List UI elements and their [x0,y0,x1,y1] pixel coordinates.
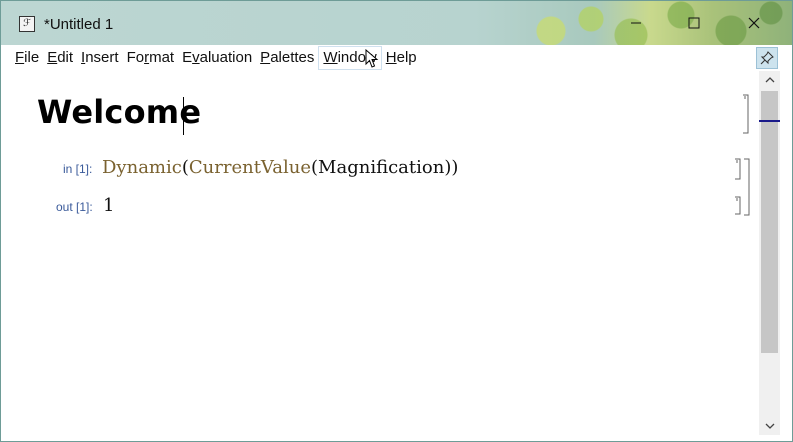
close-button[interactable] [723,1,785,45]
vertical-scrollbar[interactable] [759,71,780,435]
notebook-content[interactable]: Welcome in [1]: Dynamic(CurrentValue(Mag… [1,49,759,435]
menu-palettes[interactable]: Palettes [256,47,318,69]
cell-brackets[interactable] [731,93,757,223]
output-cell[interactable]: 1 [103,195,114,216]
notebook-window: ℱ *Untitled 1 File Edit Insert Format Ev… [0,0,793,442]
notebook-heading[interactable]: Welcome [37,93,201,131]
input-label: in [1]: [63,162,93,176]
scrollbar-thumb[interactable] [761,91,778,353]
scroll-down-button[interactable] [759,417,780,435]
maximize-button[interactable] [665,1,723,45]
maximize-icon [688,17,700,29]
menu-insert[interactable]: Insert [77,47,123,69]
output-label: out [1]: [56,200,93,214]
menu-format[interactable]: Format [123,47,179,69]
menu-edit[interactable]: Edit [43,47,77,69]
pin-button[interactable] [756,47,778,69]
input-cell[interactable]: Dynamic(CurrentValue(Magnification)) [102,157,458,178]
menu-evaluation[interactable]: Evaluation [178,47,256,69]
scroll-up-button[interactable] [759,71,780,89]
heading-cell-bracket [743,94,749,134]
scroll-position-marker [759,120,780,122]
app-icon[interactable]: ℱ [19,16,35,32]
chevron-down-icon [765,423,774,429]
pin-icon [760,51,774,65]
mouse-pointer-icon [365,49,379,68]
menu-help[interactable]: Help [382,47,421,69]
title-bar[interactable]: ℱ *Untitled 1 [1,1,792,45]
close-icon [748,17,760,29]
minimize-button[interactable] [607,1,665,45]
window-title: *Untitled 1 [44,16,114,33]
menu-file[interactable]: File [11,47,43,69]
chevron-up-icon [765,77,774,83]
minimize-icon [631,22,641,24]
group-bracket [744,158,750,216]
text-caret [183,97,184,135]
menu-bar: File Edit Insert Format Evaluation Palet… [1,45,792,71]
